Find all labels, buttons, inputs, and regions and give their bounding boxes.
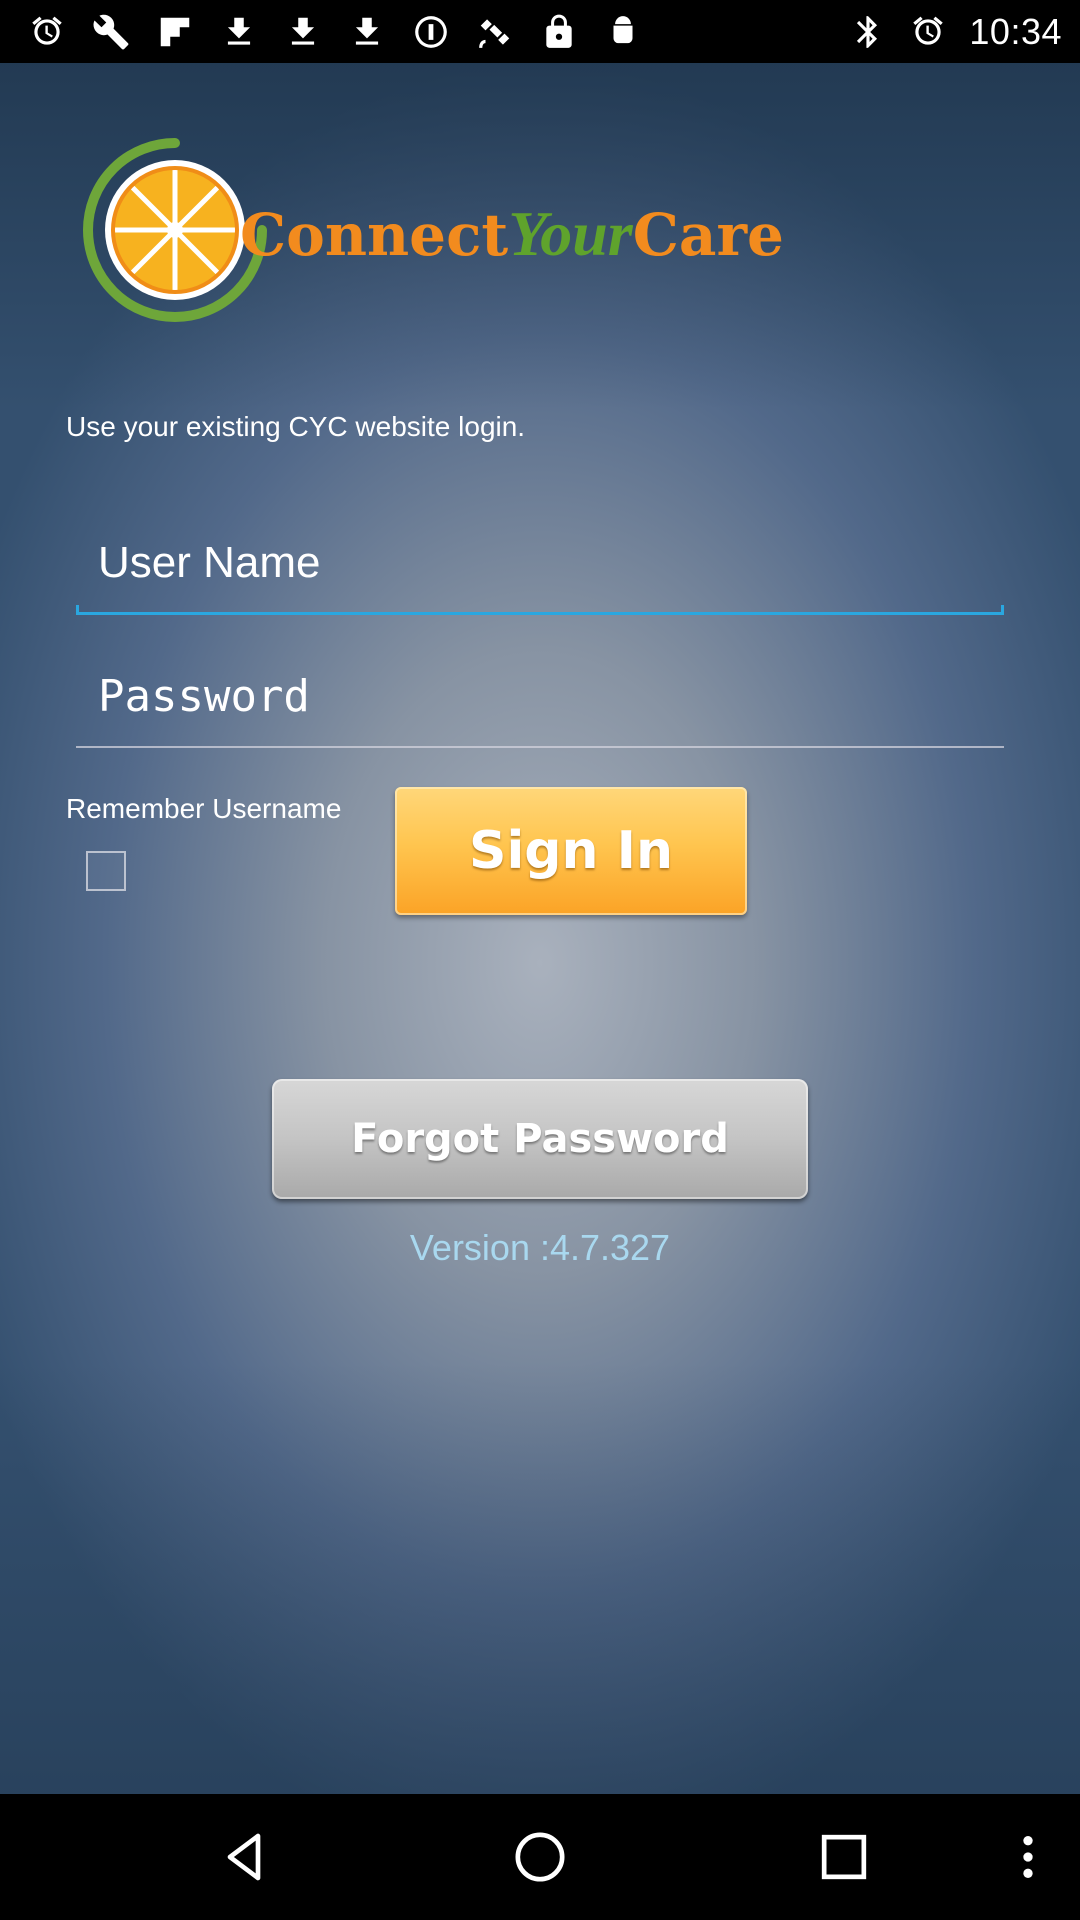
sign-in-label: Sign In (469, 821, 673, 881)
recents-button[interactable] (784, 1794, 904, 1920)
more-vert-icon (1023, 1836, 1033, 1878)
navigation-bar (0, 1794, 1080, 1920)
android-icon (604, 13, 642, 51)
home-icon (515, 1832, 565, 1882)
forgot-password-button[interactable]: Forgot Password (272, 1079, 808, 1199)
satellite-icon (476, 13, 514, 51)
logo-wordmark: ConnectYourCare (240, 198, 784, 269)
alarm-icon (909, 13, 947, 51)
back-icon (227, 1833, 261, 1881)
remember-username-checkbox[interactable] (86, 851, 126, 891)
pause-circle-icon (412, 13, 450, 51)
download-icon (284, 13, 322, 51)
password-field[interactable] (76, 658, 1004, 748)
sign-in-button[interactable]: Sign In (395, 787, 747, 915)
version-text: Version :4.7.327 (409, 1227, 671, 1268)
wrench-icon (92, 13, 130, 51)
back-button[interactable] (184, 1794, 304, 1920)
clock: 10:34 (969, 10, 1062, 52)
flipboard-icon (156, 13, 194, 51)
recents-icon (821, 1834, 867, 1880)
notification-icons (0, 13, 642, 51)
login-screen: ConnectYourCare Use your existing CYC we… (0, 63, 1080, 1794)
login-instructions: Use your existing CYC website login. (66, 411, 526, 442)
alarm-icon (28, 13, 66, 51)
remember-username-label: Remember Username (66, 793, 342, 824)
home-button[interactable] (480, 1794, 600, 1920)
system-icons: 10:34 (849, 0, 1062, 63)
password-underline (76, 746, 1004, 748)
username-input[interactable] (76, 525, 1004, 601)
bluetooth-icon (849, 13, 887, 51)
connect-your-care-logo: ConnectYourCare (80, 135, 784, 325)
download-icon (348, 13, 386, 51)
status-bar: 10:34 (0, 0, 1080, 63)
username-field[interactable] (76, 525, 1004, 615)
password-input[interactable] (76, 658, 1004, 734)
download-icon (220, 13, 258, 51)
username-underline (76, 605, 1004, 615)
lock-icon (540, 13, 578, 51)
forgot-password-label: Forgot Password (351, 1116, 729, 1162)
overflow-menu-button[interactable] (968, 1794, 1080, 1920)
